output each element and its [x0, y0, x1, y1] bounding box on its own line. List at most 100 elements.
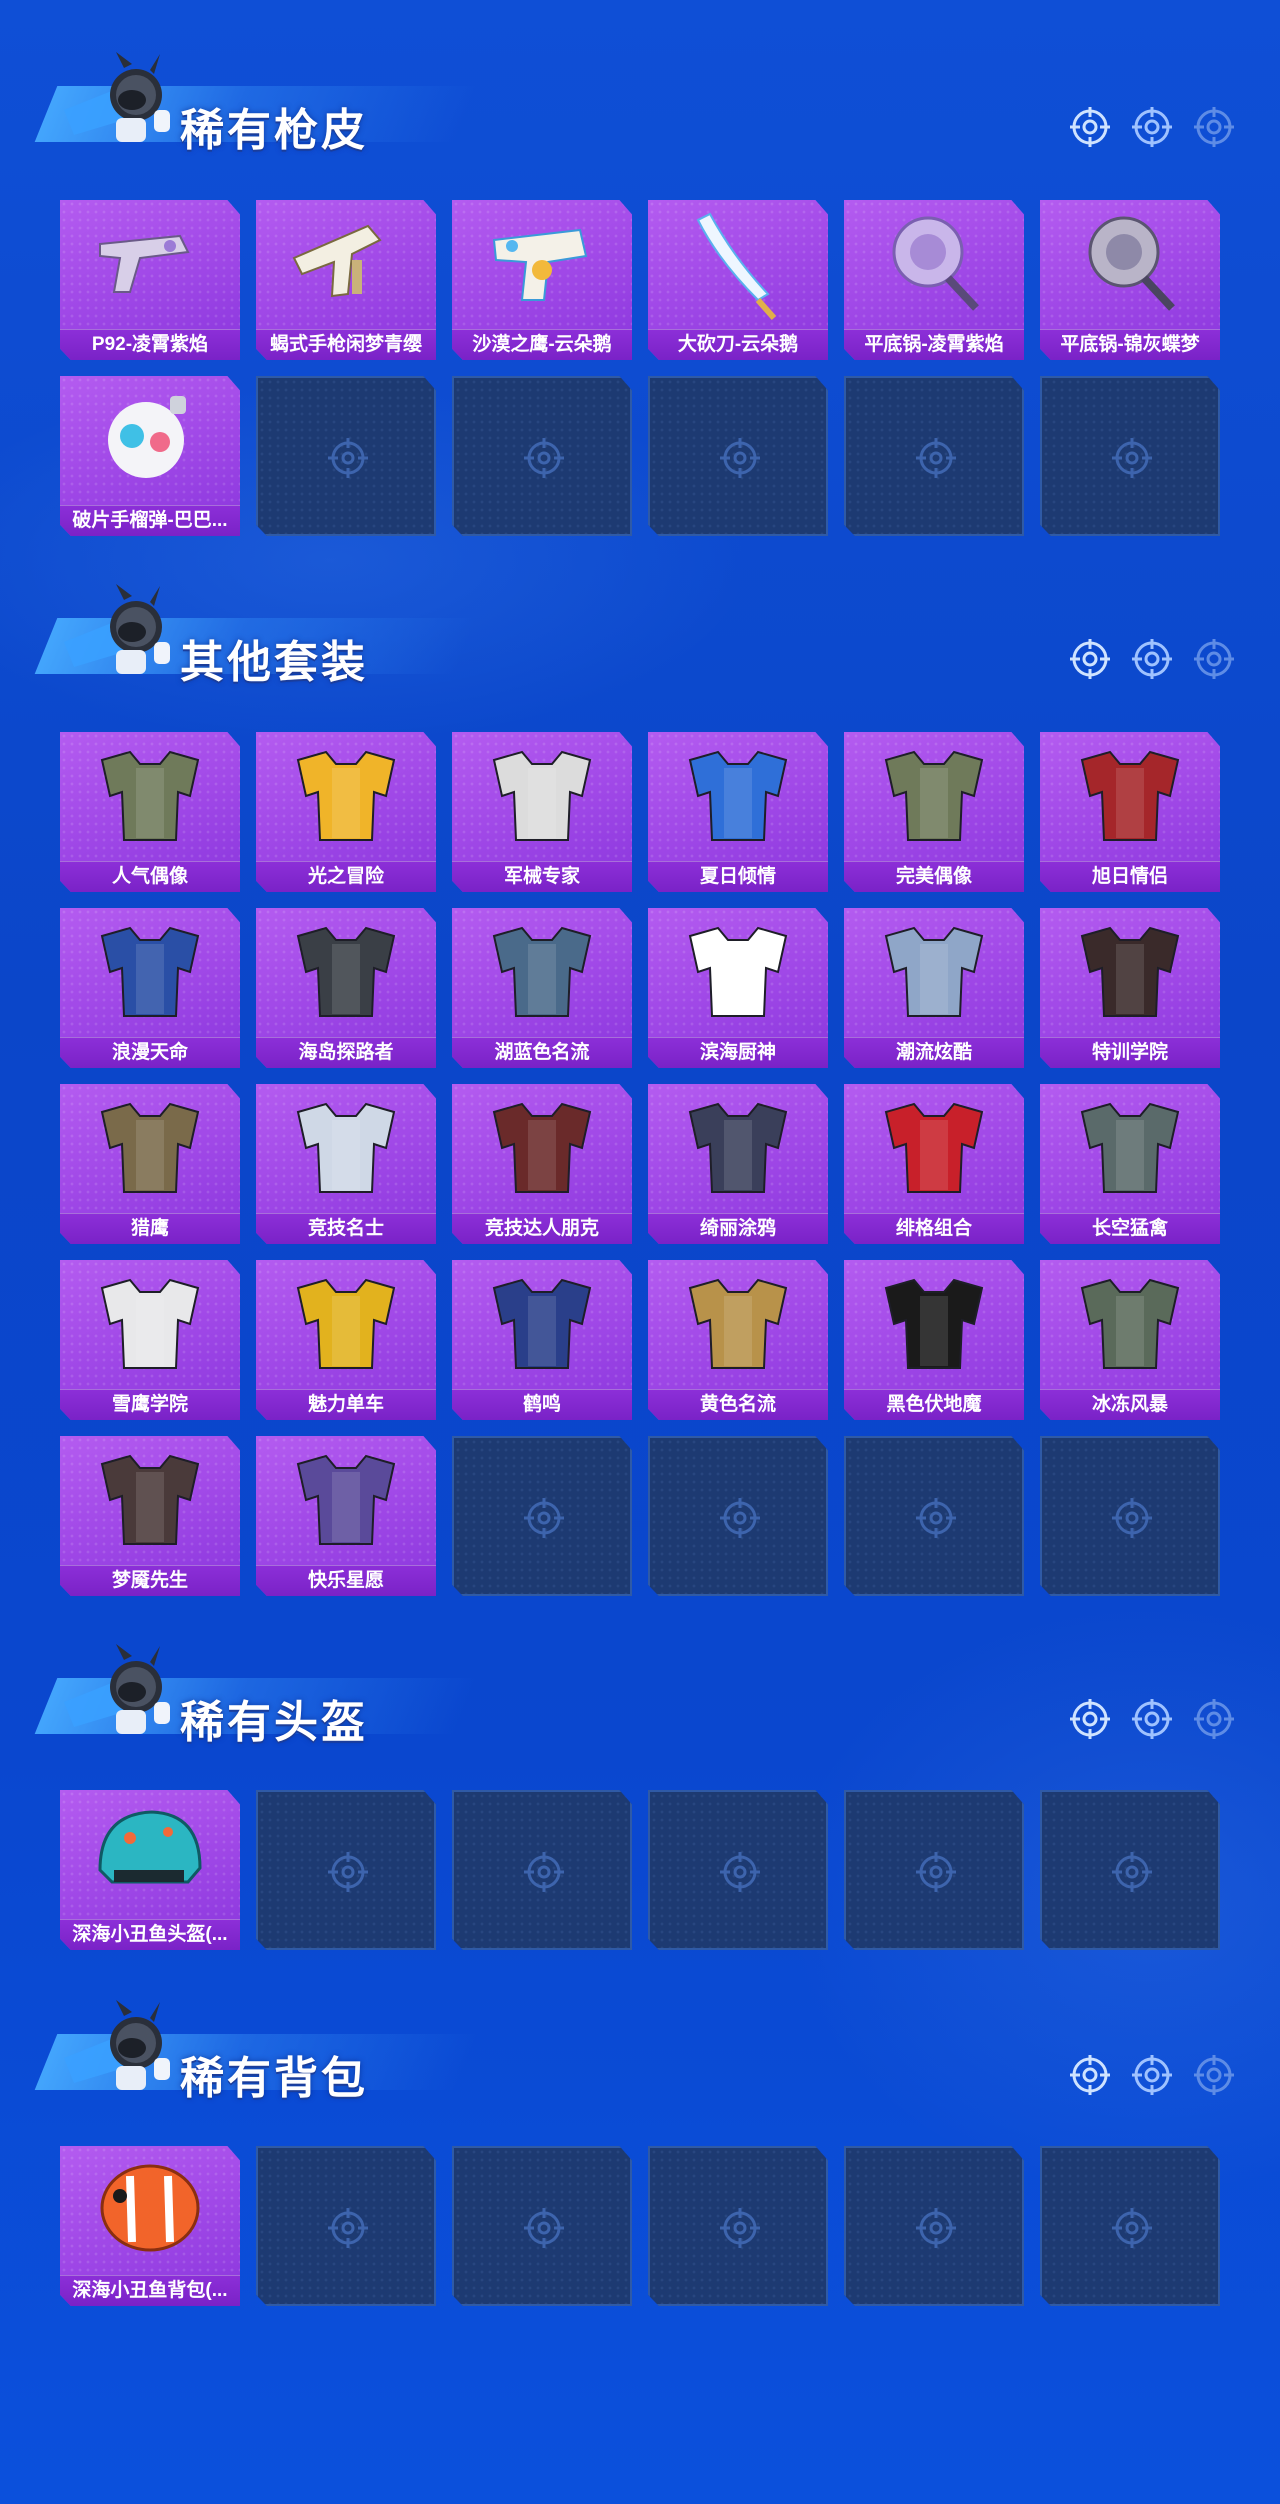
- item-image: [296, 926, 396, 1017]
- item-card[interactable]: 竞技达人朋克: [452, 1084, 632, 1244]
- item-label: 旭日情侣: [1040, 861, 1220, 892]
- item-label: 人气偶像: [60, 861, 240, 892]
- item-label: 浪漫天命: [60, 1037, 240, 1068]
- empty-slot: [648, 2146, 828, 2306]
- empty-slot: [256, 376, 436, 536]
- empty-slot: [648, 376, 828, 536]
- item-card[interactable]: 梦魇先生: [60, 1436, 240, 1596]
- item-card[interactable]: 猎鹰: [60, 1084, 240, 1244]
- item-image: [100, 750, 200, 841]
- item-image: [1088, 216, 1175, 311]
- item-card[interactable]: 竞技名士: [256, 1084, 436, 1244]
- item-label: 鹤鸣: [452, 1389, 632, 1420]
- item-label: 特训学院: [1040, 1037, 1220, 1068]
- item-image: [108, 396, 186, 478]
- empty-slot: [452, 376, 632, 536]
- section-title: 稀有背包: [180, 2054, 368, 2103]
- item-card[interactable]: 浪漫天命: [60, 908, 240, 1068]
- item-image: [98, 1810, 202, 1884]
- item-card[interactable]: 长空猛禽: [1040, 1084, 1220, 1244]
- item-card[interactable]: 平底锅-凌霄紫焰: [844, 200, 1024, 360]
- item-card[interactable]: 湖蓝色名流: [452, 908, 632, 1068]
- item-image: [884, 926, 984, 1017]
- item-label: 长空猛禽: [1040, 1213, 1220, 1244]
- crosshair-placeholder-icon: [720, 1852, 760, 1892]
- crosshair-target-icon: [1070, 2055, 1110, 2095]
- item-card[interactable]: 旭日情侣: [1040, 732, 1220, 892]
- item-card[interactable]: 快乐星愿: [256, 1436, 436, 1596]
- item-card[interactable]: 光之冒险: [256, 732, 436, 892]
- item-image: [892, 216, 979, 311]
- item-label: 破片手榴弹-巴巴...: [60, 505, 240, 536]
- crosshair-placeholder-icon: [916, 1852, 956, 1892]
- crosshair-placeholder-icon: [720, 2208, 760, 2248]
- item-label: 蝎式手枪闲梦青缨: [256, 329, 436, 360]
- item-card[interactable]: 鹤鸣: [452, 1260, 632, 1420]
- item-image: [100, 2164, 200, 2252]
- crosshair-placeholder-icon: [524, 1852, 564, 1892]
- item-card[interactable]: 黄色名流: [648, 1260, 828, 1420]
- crosshair-target-icon: [1132, 639, 1172, 679]
- item-image: [296, 1278, 396, 1369]
- item-card[interactable]: 深海小丑鱼头盔(...: [60, 1790, 240, 1950]
- item-card[interactable]: P92-凌霄紫焰: [60, 200, 240, 360]
- empty-slot: [452, 1790, 632, 1950]
- item-image: [1080, 750, 1180, 841]
- target-icon-group: [1068, 637, 1248, 685]
- item-image: [884, 1102, 984, 1193]
- item-card[interactable]: 滨海厨神: [648, 908, 828, 1068]
- item-card[interactable]: 军械专家: [452, 732, 632, 892]
- item-card[interactable]: 海岛探路者: [256, 908, 436, 1068]
- item-card[interactable]: 完美偶像: [844, 732, 1024, 892]
- item-image: [296, 750, 396, 841]
- crosshair-placeholder-icon: [328, 438, 368, 478]
- item-image: [99, 234, 190, 293]
- crosshair-target-icon: [1132, 1699, 1172, 1739]
- item-image: [292, 224, 382, 298]
- section-title: 稀有头盔: [180, 1698, 368, 1747]
- empty-slot: [844, 2146, 1024, 2306]
- section-rare-gun-skins: 稀有枪皮 P92-凌霄紫焰 蝎式手枪闲梦青缨 沙漠之鹰-云朵鹅 大砍刀-云朵鹅 …: [0, 50, 1280, 550]
- item-card[interactable]: 夏日倾情: [648, 732, 828, 892]
- item-grid: 深海小丑鱼头盔(...: [60, 1790, 1220, 1950]
- item-label: 光之冒险: [256, 861, 436, 892]
- item-label: 完美偶像: [844, 861, 1024, 892]
- item-card[interactable]: 绮丽涂鸦: [648, 1084, 828, 1244]
- item-card[interactable]: 绯格组合: [844, 1084, 1024, 1244]
- item-card[interactable]: 魅力单车: [256, 1260, 436, 1420]
- item-card[interactable]: 平底锅-锦灰蝶梦: [1040, 200, 1220, 360]
- item-card[interactable]: 人气偶像: [60, 732, 240, 892]
- mascot-soldier-icon: [64, 2000, 170, 2090]
- crosshair-placeholder-icon: [1112, 1852, 1152, 1892]
- item-card[interactable]: 大砍刀-云朵鹅: [648, 200, 828, 360]
- item-image: [296, 1102, 396, 1193]
- item-card[interactable]: 雪鹰学院: [60, 1260, 240, 1420]
- crosshair-placeholder-icon: [916, 1498, 956, 1538]
- item-card[interactable]: 沙漠之鹰-云朵鹅: [452, 200, 632, 360]
- item-grid: 深海小丑鱼背包(...: [60, 2146, 1220, 2306]
- target-icon-group: [1068, 105, 1248, 153]
- item-label: 平底锅-凌霄紫焰: [844, 329, 1024, 360]
- item-label: 平底锅-锦灰蝶梦: [1040, 329, 1220, 360]
- item-label: 绮丽涂鸦: [648, 1213, 828, 1244]
- item-label: 湖蓝色名流: [452, 1037, 632, 1068]
- crosshair-placeholder-icon: [720, 1498, 760, 1538]
- crosshair-target-icon: [1132, 2055, 1172, 2095]
- item-image: [100, 926, 200, 1017]
- item-image: [100, 1102, 200, 1193]
- target-icon-group: [1068, 1697, 1248, 1745]
- item-card[interactable]: 冰冻风暴: [1040, 1260, 1220, 1420]
- item-card[interactable]: 特训学院: [1040, 908, 1220, 1068]
- empty-slot: [256, 2146, 436, 2306]
- item-card[interactable]: 黑色伏地魔: [844, 1260, 1024, 1420]
- empty-slot: [1040, 1790, 1220, 1950]
- item-card[interactable]: 深海小丑鱼背包(...: [60, 2146, 240, 2306]
- section-header: 其他套装: [28, 582, 478, 692]
- item-card[interactable]: 潮流炫酷: [844, 908, 1024, 1068]
- item-label: 深海小丑鱼背包(...: [60, 2275, 240, 2306]
- section-other-outfits: 其他套装 人气偶像 光之冒险 军械专家 夏日倾情 完美偶像 旭日情侣浪漫天命 海岛探路者 湖蓝…: [0, 582, 1280, 1612]
- item-card[interactable]: 破片手榴弹-巴巴...: [60, 376, 240, 536]
- section-header: 稀有背包: [28, 1998, 478, 2108]
- crosshair-target-icon: [1194, 2055, 1234, 2095]
- item-card[interactable]: 蝎式手枪闲梦青缨: [256, 200, 436, 360]
